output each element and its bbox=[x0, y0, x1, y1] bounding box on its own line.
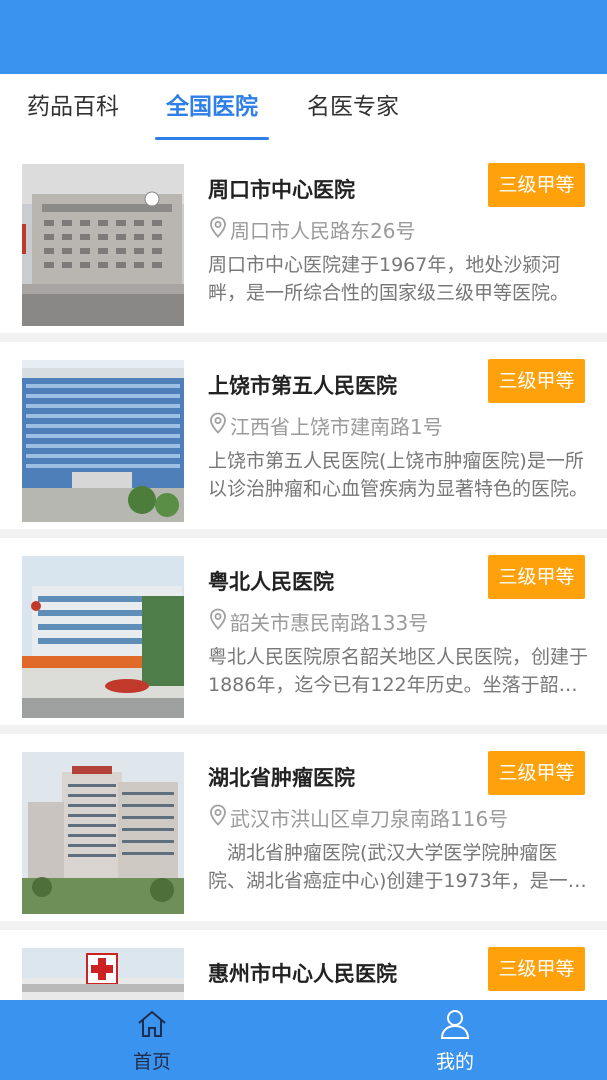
hospital-address: 周口市人民路东26号 bbox=[208, 216, 415, 246]
active-tab-indicator bbox=[155, 137, 269, 140]
hospital-card[interactable]: 湖北省肿瘤医院 三级甲等 武汉市洪山区卓刀泉南路116号 湖北省肿瘤医院(武汉大… bbox=[0, 734, 607, 921]
nav-mine[interactable]: 我的 bbox=[395, 1000, 515, 1080]
hospital-description: 周口市中心医院建于1967年，地处沙颍河畔，是一所综合性的国家级三级甲等医院。 bbox=[208, 254, 570, 304]
location-pin-icon bbox=[208, 804, 228, 834]
address-text: 江西省上饶市建南路1号 bbox=[230, 415, 443, 439]
tab-national-hospitals[interactable]: 全国医院 bbox=[153, 74, 271, 146]
hospital-level-badge: 三级甲等 bbox=[488, 555, 585, 599]
address-text: 武汉市洪山区卓刀泉南路116号 bbox=[230, 807, 509, 831]
nav-mine-label: 我的 bbox=[435, 1051, 474, 1073]
user-icon bbox=[439, 1008, 471, 1044]
hospital-level-badge: 三级甲等 bbox=[488, 751, 585, 795]
hospital-photo bbox=[22, 556, 184, 718]
hospital-card[interactable]: 粤北人民医院 三级甲等 韶关市惠民南路133号 粤北人民医院原名韶关地区人民医院… bbox=[0, 538, 607, 725]
tab-famous-doctors[interactable]: 名医专家 bbox=[294, 74, 412, 146]
tab-drug-encyclopedia[interactable]: 药品百科 bbox=[14, 74, 132, 146]
nav-home-label: 首页 bbox=[132, 1051, 171, 1073]
hospital-level-badge: 三级甲等 bbox=[488, 163, 585, 207]
bottom-navigation: 首页 我的 bbox=[0, 1000, 607, 1080]
location-pin-icon bbox=[208, 216, 228, 246]
nav-home[interactable]: 首页 bbox=[92, 1000, 212, 1080]
hospital-name: 上饶市第五人民医院 bbox=[208, 374, 397, 398]
hospital-name: 周口市中心医院 bbox=[208, 178, 355, 202]
address-text: 周口市人民路东26号 bbox=[230, 219, 416, 243]
status-header-bar bbox=[0, 0, 607, 74]
hospital-description: 上饶市第五人民医院(上饶市肿瘤医院)是一所以诊治肿瘤和心血管疾病为显著特色的医院… bbox=[208, 450, 588, 500]
hospital-name: 惠州市中心人民医院 bbox=[208, 962, 397, 986]
hospital-level-badge: 三级甲等 bbox=[488, 947, 585, 991]
address-text: 韶关市惠民南路133号 bbox=[230, 611, 429, 635]
hospital-name: 粤北人民医院 bbox=[208, 570, 334, 594]
hospital-name: 湖北省肿瘤医院 bbox=[208, 766, 355, 790]
hospital-photo bbox=[22, 752, 184, 914]
hospital-address: 韶关市惠民南路133号 bbox=[208, 608, 428, 638]
location-pin-icon bbox=[208, 608, 228, 638]
hospital-address: 武汉市洪山区卓刀泉南路116号 bbox=[208, 804, 508, 834]
location-pin-icon bbox=[208, 412, 228, 442]
hospital-card[interactable]: 上饶市第五人民医院 三级甲等 江西省上饶市建南路1号 上饶市第五人民医院(上饶市… bbox=[0, 342, 607, 529]
hospital-description: 湖北省肿瘤医院(武汉大学医学院肿瘤医院、湖北省癌症中心)创建于1973年，是一所… bbox=[208, 842, 587, 892]
hospital-card[interactable]: 周口市中心医院 三级甲等 周口市人民路东26号 周口市中心医院建于1967年，地… bbox=[0, 146, 607, 333]
hospital-photo bbox=[22, 360, 184, 522]
hospital-card[interactable]: 惠州市中心人民医院 三级甲等 bbox=[0, 930, 607, 1000]
hospital-description: 粤北人民医院原名韶关地区人民医院，创建于1886年，迄今已有122年历史。坐落于… bbox=[208, 646, 588, 696]
hospital-level-badge: 三级甲等 bbox=[488, 359, 585, 403]
home-icon bbox=[136, 1008, 168, 1044]
tab-bar: 药品百科 全国医院 名医专家 bbox=[0, 74, 607, 146]
hospital-list[interactable]: 周口市中心医院 三级甲等 周口市人民路东26号 周口市中心医院建于1967年，地… bbox=[0, 146, 607, 1000]
hospital-photo bbox=[22, 948, 184, 1000]
hospital-address: 江西省上饶市建南路1号 bbox=[208, 412, 443, 442]
hospital-photo bbox=[22, 164, 184, 326]
